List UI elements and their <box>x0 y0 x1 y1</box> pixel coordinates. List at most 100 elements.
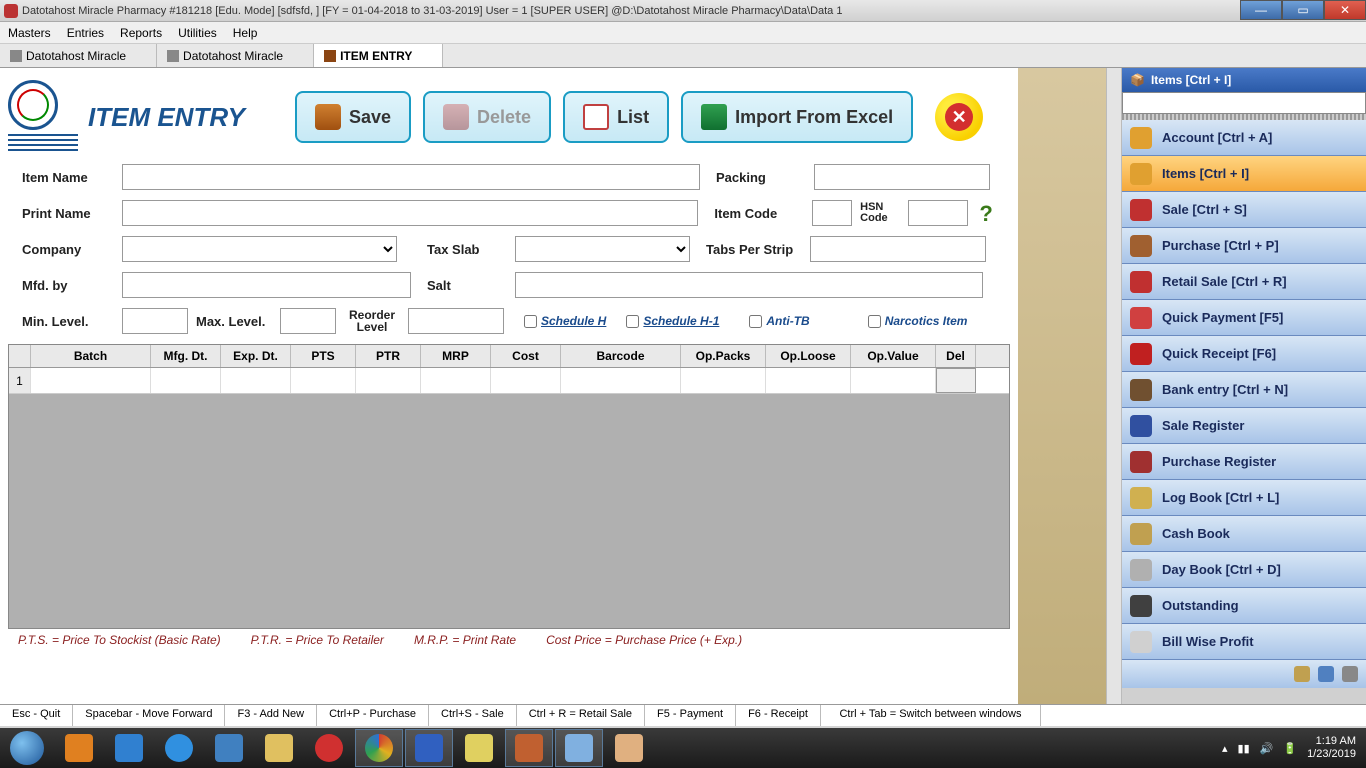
menu-entries[interactable]: Entries <box>67 26 104 40</box>
sidebar-item[interactable]: Cash Book <box>1122 516 1366 552</box>
mfd-by-input[interactable] <box>122 272 411 298</box>
sidebar-item[interactable]: Quick Receipt [F6] <box>1122 336 1366 372</box>
tray-volume-icon[interactable]: 🔊 <box>1260 742 1274 755</box>
tax-slab-select[interactable] <box>515 236 690 262</box>
help-icon[interactable]: ? <box>976 201 996 225</box>
col-mfg[interactable]: Mfg. Dt. <box>151 345 221 367</box>
label-item-name: Item Name <box>22 170 114 185</box>
packing-input[interactable] <box>814 164 990 190</box>
taskbar-vlc[interactable] <box>55 729 103 767</box>
minimize-button[interactable]: — <box>1240 0 1282 20</box>
col-oploose[interactable]: Op.Loose <box>766 345 851 367</box>
sidebar-item[interactable]: Quick Payment [F5] <box>1122 300 1366 336</box>
side-search-input[interactable] <box>1122 92 1366 114</box>
sidebar-item-icon <box>1130 451 1152 473</box>
delete-button[interactable]: Delete <box>423 91 551 143</box>
min-level-input[interactable] <box>122 308 188 334</box>
tabs-per-strip-input[interactable] <box>810 236 986 262</box>
save-button[interactable]: Save <box>295 91 411 143</box>
tray-battery-icon[interactable]: 🔋 <box>1283 742 1297 755</box>
sidebar-item-label: Sale [Ctrl + S] <box>1162 202 1247 217</box>
side-panel-footer <box>1122 660 1366 688</box>
sidebar-item-label: Outstanding <box>1162 598 1239 613</box>
menu-reports[interactable]: Reports <box>120 26 162 40</box>
close-form-button[interactable]: ✕ <box>935 93 983 141</box>
taskbar-app1[interactable] <box>105 729 153 767</box>
footer-icon-3[interactable] <box>1342 666 1358 682</box>
taskbar-snip[interactable] <box>555 729 603 767</box>
list-button[interactable]: List <box>563 91 669 143</box>
schedule-h1-checkbox[interactable]: Schedule H-1 <box>626 314 719 328</box>
taskbar-app2[interactable] <box>205 729 253 767</box>
import-excel-button[interactable]: Import From Excel <box>681 91 913 143</box>
col-ptr[interactable]: PTR <box>356 345 421 367</box>
menu-help[interactable]: Help <box>233 26 258 40</box>
footer-icon-2[interactable] <box>1318 666 1334 682</box>
sidebar-item-label: Purchase [Ctrl + P] <box>1162 238 1279 253</box>
taskbar-paint[interactable] <box>605 729 653 767</box>
col-batch[interactable]: Batch <box>31 345 151 367</box>
start-button[interactable] <box>0 728 54 768</box>
sidebar-item[interactable]: Items [Ctrl + I] <box>1122 156 1366 192</box>
col-cost[interactable]: Cost <box>491 345 561 367</box>
col-del[interactable]: Del <box>936 345 976 367</box>
sidebar-item[interactable]: Sale Register <box>1122 408 1366 444</box>
taskbar-notes[interactable] <box>455 729 503 767</box>
footer-icon-1[interactable] <box>1294 666 1310 682</box>
tray-network-icon[interactable]: ▮▮ <box>1238 742 1250 755</box>
sidebar-item[interactable]: Day Book [Ctrl + D] <box>1122 552 1366 588</box>
sidebar-item[interactable]: Sale [Ctrl + S] <box>1122 192 1366 228</box>
excel-icon <box>701 104 727 130</box>
taskbar-word[interactable] <box>405 729 453 767</box>
label-tabs-per-strip: Tabs Per Strip <box>706 242 802 257</box>
tab-item-entry[interactable]: ITEM ENTRY <box>314 44 443 67</box>
narcotics-checkbox[interactable]: Narcotics Item <box>868 314 968 328</box>
sidebar-item[interactable]: Bill Wise Profit <box>1122 624 1366 660</box>
grid-row[interactable]: 1 <box>9 368 1009 394</box>
sidebar-item[interactable]: Outstanding <box>1122 588 1366 624</box>
taskbar-ie[interactable] <box>155 729 203 767</box>
col-pts[interactable]: PTS <box>291 345 356 367</box>
schedule-h-checkbox[interactable]: Schedule H <box>524 314 606 328</box>
taskbar-chrome[interactable] <box>355 729 403 767</box>
item-code-input[interactable] <box>812 200 852 226</box>
sidebar-item[interactable]: Retail Sale [Ctrl + R] <box>1122 264 1366 300</box>
col-exp[interactable]: Exp. Dt. <box>221 345 291 367</box>
company-select[interactable] <box>122 236 397 262</box>
menu-utilities[interactable]: Utilities <box>178 26 217 40</box>
col-opvalue[interactable]: Op.Value <box>851 345 936 367</box>
tab-miracle-2[interactable]: Datotahost Miracle <box>157 44 314 67</box>
taskbar-opera[interactable] <box>305 729 353 767</box>
sidebar-item[interactable]: Account [Ctrl + A] <box>1122 120 1366 156</box>
sc-esc: Esc - Quit <box>0 705 73 726</box>
maximize-button[interactable]: ▭ <box>1282 0 1324 20</box>
sidebar-item-label: Quick Receipt [F6] <box>1162 346 1276 361</box>
taskbar: ▴ ▮▮ 🔊 🔋 1:19 AM 1/23/2019 <box>0 728 1366 768</box>
vertical-scrollbar[interactable] <box>1106 68 1122 704</box>
max-level-input[interactable] <box>280 308 336 334</box>
app-logo <box>8 80 58 130</box>
sidebar-item[interactable]: Purchase [Ctrl + P] <box>1122 228 1366 264</box>
sidebar-item[interactable]: Bank entry [Ctrl + N] <box>1122 372 1366 408</box>
close-window-button[interactable]: ✕ <box>1324 0 1366 20</box>
salt-input[interactable] <box>515 272 983 298</box>
col-barcode[interactable]: Barcode <box>561 345 681 367</box>
label-mfd-by: Mfd. by <box>22 278 114 293</box>
taskbar-pharmacy[interactable] <box>505 729 553 767</box>
taskbar-explorer[interactable] <box>255 729 303 767</box>
print-name-input[interactable] <box>122 200 699 226</box>
tray-clock[interactable]: 1:19 AM 1/23/2019 <box>1307 735 1356 761</box>
anti-tb-checkbox[interactable]: Anti-TB <box>749 314 809 328</box>
reorder-input[interactable] <box>408 308 504 334</box>
col-mrp[interactable]: MRP <box>421 345 491 367</box>
sidebar-item-icon <box>1130 595 1152 617</box>
save-icon <box>315 104 341 130</box>
sidebar-item[interactable]: Log Book [Ctrl + L] <box>1122 480 1366 516</box>
sidebar-item[interactable]: Purchase Register <box>1122 444 1366 480</box>
menu-masters[interactable]: Masters <box>8 26 51 40</box>
hsn-input[interactable] <box>908 200 968 226</box>
tab-miracle-1[interactable]: Datotahost Miracle <box>0 44 157 67</box>
tray-up-icon[interactable]: ▴ <box>1222 742 1228 755</box>
col-oppacks[interactable]: Op.Packs <box>681 345 766 367</box>
item-name-input[interactable] <box>122 164 700 190</box>
